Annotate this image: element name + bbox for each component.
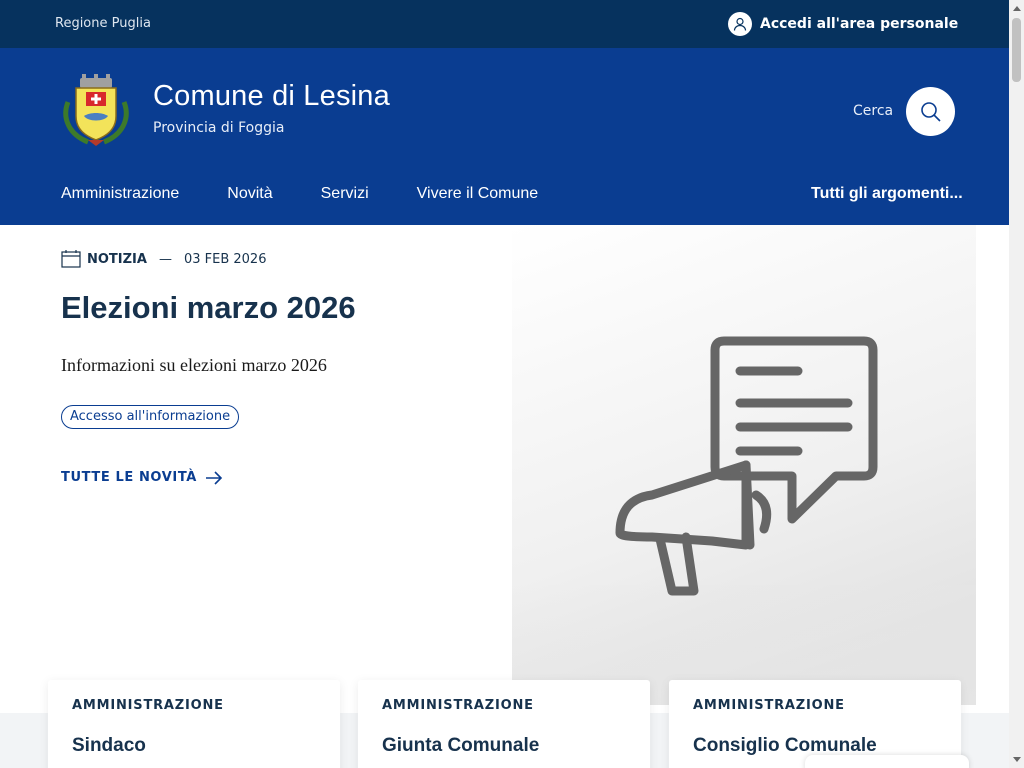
nav-all-topics[interactable]: Tutti gli argomenti... [811, 185, 963, 203]
user-icon [728, 12, 752, 36]
main-nav: Amministrazione Novità Servizi Vivere il… [61, 185, 586, 203]
card-tag[interactable]: AMMINISTRAZIONE [382, 698, 534, 713]
arrow-right-icon [205, 470, 223, 485]
nav-item-servizi[interactable]: Servizi [321, 185, 369, 203]
all-news-label: TUTTE LE NOVITÀ [61, 470, 197, 485]
all-news-link[interactable]: TUTTE LE NOVITÀ [61, 470, 223, 485]
news-description: Informazioni su elezioni marzo 2026 [61, 355, 327, 375]
crest-logo[interactable] [58, 72, 134, 148]
megaphone-icon [615, 336, 878, 596]
card-title[interactable]: Giunta Comunale [382, 735, 539, 757]
site-subtitle: Provincia di Foggia [153, 120, 285, 136]
card-title[interactable]: Sindaco [72, 735, 146, 757]
scroll-up-icon[interactable] [1013, 6, 1021, 11]
nav-item-amministrazione[interactable]: Amministrazione [61, 185, 179, 203]
card-tag[interactable]: AMMINISTRAZIONE [72, 698, 224, 713]
nav-item-novita[interactable]: Novità [227, 185, 272, 203]
card-tag[interactable]: AMMINISTRAZIONE [693, 698, 845, 713]
news-category[interactable]: NOTIZIA [87, 252, 147, 267]
top-bar: Regione Puglia Accedi all'area personale [0, 0, 1009, 48]
calendar-icon [61, 250, 81, 268]
news-date: 03 FEB 2026 [183, 251, 267, 267]
site-header: Comune di Lesina Provincia di Foggia Cer… [0, 48, 1009, 225]
search-icon [920, 101, 941, 122]
card-title[interactable]: Consiglio Comunale [693, 735, 877, 757]
news-tag-chip[interactable]: Accesso all'informazione [61, 405, 240, 429]
login-link[interactable]: Accedi all'area personale [728, 12, 958, 36]
site-title[interactable]: Comune di Lesina [153, 80, 390, 113]
card-sindaco[interactable]: AMMINISTRAZIONE Sindaco [48, 680, 340, 768]
page-scrollbar[interactable] [1009, 0, 1024, 768]
news-meta: NOTIZIA — 03 FEB 2026 [61, 250, 266, 268]
news-title[interactable]: Elezioni marzo 2026 [61, 290, 356, 326]
floating-widget[interactable] [805, 755, 969, 768]
nav-item-vivere-il-comune[interactable]: Vivere il Comune [417, 185, 539, 203]
region-link[interactable]: Regione Puglia [55, 16, 151, 31]
search-button[interactable] [906, 87, 955, 136]
meta-separator: — [158, 251, 172, 267]
scrollbar-thumb[interactable] [1012, 18, 1021, 82]
search-label[interactable]: Cerca [853, 103, 893, 119]
login-label: Accedi all'area personale [760, 16, 959, 32]
news-image[interactable] [512, 225, 976, 705]
card-giunta-comunale[interactable]: AMMINISTRAZIONE Giunta Comunale [358, 680, 650, 768]
scroll-down-icon[interactable] [1013, 757, 1021, 762]
